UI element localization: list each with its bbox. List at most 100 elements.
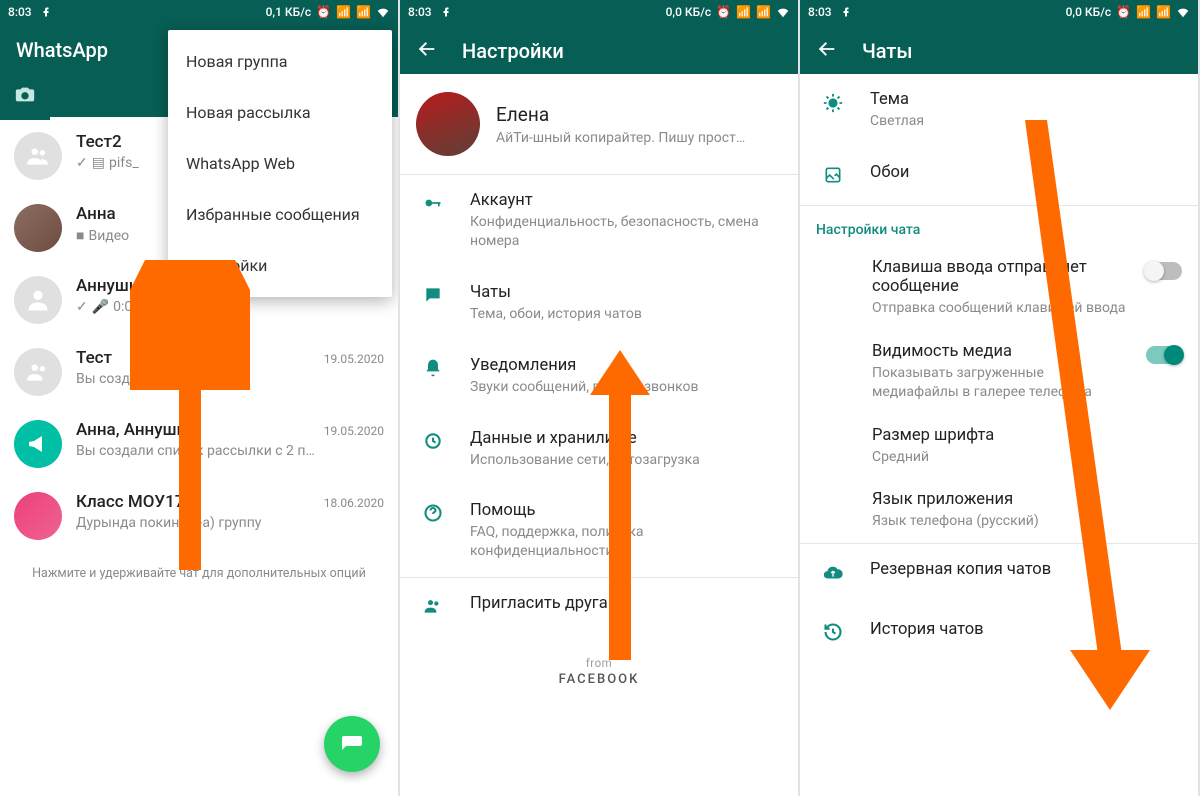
status-datarate: 0,1 КБ/с [266,5,312,19]
chat-row[interactable]: Класс МОУ17 18.06.2020 Дурында покинул(-… [0,480,398,552]
back-button[interactable] [416,38,438,64]
status-bar: 8:03 0,0 КБ/с ⏰ 📶 📶 [800,0,1198,24]
setting-title: Размер шрифта [872,426,1182,445]
setting-title: Резервная копия чатов [870,560,1182,579]
avatar [14,276,62,324]
chat-subtitle: pifs_ [109,155,139,171]
menu-whatsapp-web[interactable]: WhatsApp Web [168,138,392,189]
setting-help[interactable]: Помощь FAQ, поддержка, политика конфиден… [400,485,798,577]
setting-subtitle: Средний [872,448,1182,467]
status-bar: 8:03 0,0 КБ/с ⏰ 📶 📶 [400,0,798,24]
chat-title: Анна [76,204,116,224]
data-icon [420,431,446,455]
profile-status: АйТи-шный копирайтер. Пишу прост… [496,130,745,146]
status-datarate: 0,0 КБ/с [666,5,712,19]
profile-name: Елена [496,103,745,126]
setting-account[interactable]: Аккаунт Конфиденциальность, безопасность… [400,175,798,267]
theme-icon [820,92,846,118]
toggle-switch[interactable] [1146,262,1182,280]
setting-title: Аккаунт [470,191,782,210]
setting-enter-send[interactable]: Клавиша ввода отправляет сообщение Отпра… [800,246,1198,330]
chat-subtitle: Вы создали список рассылки с 2 п… [76,443,384,459]
status-time: 8:03 [408,5,432,19]
status-time: 8:03 [808,5,832,19]
setting-backup[interactable]: Резервная копия чатов [800,544,1198,604]
chat-row[interactable]: Тест 19.05.2020 Вы создали группу "Тест … [0,336,398,408]
setting-invite[interactable]: Пригласить друга [400,578,798,636]
group-avatar-icon [14,348,62,396]
signal-icon: 📶 [756,5,771,19]
overflow-menu: Новая группа Новая рассылка WhatsApp Web… [168,30,392,297]
menu-new-broadcast[interactable]: Новая рассылка [168,87,392,138]
setting-subtitle: Светлая [870,112,1182,131]
group-avatar-icon [14,132,62,180]
history-icon [820,622,846,646]
chat-title: Тест [76,348,112,368]
setting-font-size[interactable]: Размер шрифта Средний [800,414,1198,479]
chat-subtitle: Видео [88,228,129,244]
setting-notifications[interactable]: Уведомления Звуки сообщений, групп и зво… [400,340,798,413]
setting-subtitle: Конфиденциальность, безопасность, смена … [470,213,782,251]
page-title: Настройки [462,39,782,63]
setting-title: Пригласить друга [470,594,782,613]
alarm-icon: ⏰ [716,5,731,19]
signal-icon: 📶 [356,5,371,19]
chat-date: 19.05.2020 [324,424,384,438]
wallpaper-icon [820,165,846,189]
video-icon: ■ [76,227,84,244]
chat-row[interactable]: Анна, Аннушка 19.05.2020 Вы создали спис… [0,408,398,480]
menu-settings[interactable]: Настройки [168,240,392,291]
status-bar: 8:03 0,1 КБ/с ⏰ 📶 📶 [0,0,398,24]
setting-chats[interactable]: Чаты Тема, обои, история чатов [400,267,798,340]
setting-subtitle: Звуки сообщений, групп и звонков [470,378,782,397]
wifi-icon [776,5,790,19]
setting-data[interactable]: Данные и хранилище Использование сети, а… [400,413,798,486]
setting-wallpaper[interactable]: Обои [800,147,1198,205]
avatar [14,204,62,252]
panel-chats-settings: 8:03 0,0 КБ/с ⏰ 📶 📶 Чаты Тема Светлая Об… [800,0,1200,796]
setting-subtitle: Тема, обои, история чатов [470,305,782,324]
check-icon: ✓ [76,299,88,315]
setting-title: История чатов [870,620,1182,639]
key-icon [420,193,446,217]
hint-text: Нажмите и удерживайте чат для дополнител… [0,552,398,595]
profile-row[interactable]: Елена АйТи-шный копирайтер. Пишу прост… [400,74,798,174]
chat-title: Тест2 [76,132,122,152]
footer-brand: FACEBOOK [400,672,798,687]
setting-theme[interactable]: Тема Светлая [800,74,1198,147]
setting-history[interactable]: История чатов [800,604,1198,662]
bell-icon [420,358,446,382]
app-bar: Настройки [400,24,798,74]
signal-icon: 📶 [336,5,351,19]
signal-icon: 📶 [1136,5,1151,19]
back-button[interactable] [816,38,838,64]
camera-tab[interactable] [0,83,50,109]
setting-title: Тема [870,90,1182,109]
menu-new-group[interactable]: Новая группа [168,36,392,87]
setting-title: Чаты [470,283,782,302]
page-title: Чаты [862,39,1182,63]
setting-title: Данные и хранилище [470,429,782,448]
alarm-icon: ⏰ [1116,5,1131,19]
setting-title: Язык приложения [872,490,1182,509]
toggle-switch[interactable] [1146,346,1182,364]
section-header: Настройки чата [800,206,1198,246]
panel-settings: 8:03 0,0 КБ/с ⏰ 📶 📶 Настройки Елена АйТи… [400,0,800,796]
setting-subtitle: Показывать загруженные медиафайлы в гале… [872,364,1134,402]
wifi-icon [1176,5,1190,19]
menu-starred[interactable]: Избранные сообщения [168,189,392,240]
status-time: 8:03 [8,5,32,19]
avatar [14,492,62,540]
setting-title: Уведомления [470,356,782,375]
setting-subtitle: Язык телефона (русский) [872,512,1182,531]
setting-app-language[interactable]: Язык приложения Язык телефона (русский) [800,478,1198,543]
alarm-icon: ⏰ [316,5,331,19]
status-datarate: 0,0 КБ/с [1066,5,1112,19]
new-chat-fab[interactable] [324,716,380,772]
setting-media-visibility[interactable]: Видимость медиа Показывать загруженные м… [800,330,1198,414]
signal-icon: 📶 [736,5,751,19]
setting-title: Видимость медиа [872,342,1134,361]
chat-subtitle: Дурында покинул(-а) группу [76,515,384,531]
setting-title: Помощь [470,501,782,520]
help-icon [420,503,446,527]
